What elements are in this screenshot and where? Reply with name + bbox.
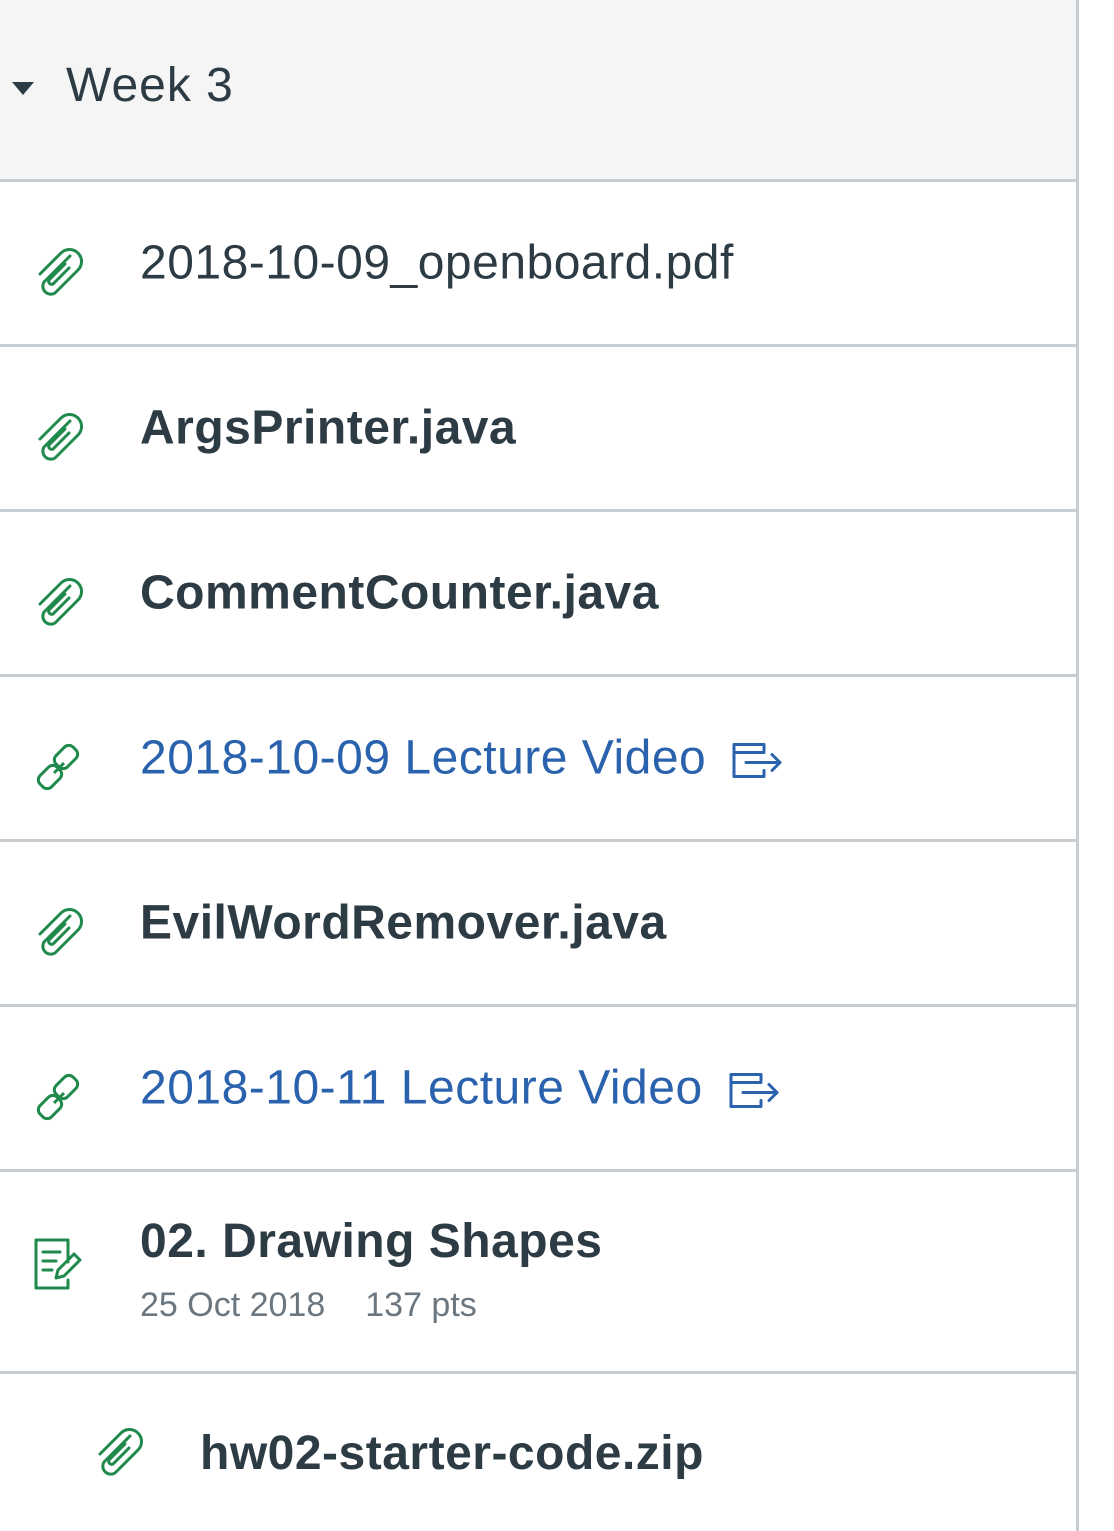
points: 137 pts xyxy=(365,1286,477,1324)
paperclip-icon xyxy=(38,908,83,956)
module-item-commentcounter[interactable]: CommentCounter.java xyxy=(0,512,1076,677)
assignment-icon xyxy=(34,1238,82,1290)
external-link-icon xyxy=(732,743,782,779)
module-week-3: Week 3 2018-10-09_openboard.pdf ArgsPrin… xyxy=(0,0,1079,1531)
assignment-details: 25 Oct 2018 137 pts xyxy=(140,1286,477,1325)
paperclip-icon xyxy=(38,248,83,296)
collapse-caret-icon[interactable] xyxy=(12,82,34,95)
item-title-link[interactable]: 2018-10-11 Lecture Video xyxy=(140,1061,781,1116)
external-link-icon xyxy=(729,1073,779,1109)
paperclip-icon xyxy=(38,413,83,461)
paperclip-icon xyxy=(38,578,83,626)
item-title[interactable]: CommentCounter.java xyxy=(140,566,659,621)
due-date: 25 Oct 2018 xyxy=(140,1286,326,1324)
item-title[interactable]: 02. Drawing Shapes xyxy=(140,1214,603,1269)
item-title[interactable]: hw02-starter-code.zip xyxy=(200,1426,704,1481)
module-item-lecture-video-1009[interactable]: 2018-10-09 Lecture Video xyxy=(0,677,1076,842)
module-title: Week 3 xyxy=(66,59,234,112)
module-item-openboard-pdf[interactable]: 2018-10-09_openboard.pdf xyxy=(0,182,1076,347)
module-item-lecture-video-1011[interactable]: 2018-10-11 Lecture Video xyxy=(0,1007,1076,1172)
paperclip-icon xyxy=(98,1428,143,1476)
item-title-link[interactable]: 2018-10-09 Lecture Video xyxy=(140,731,784,786)
module-item-hw02-starter-code[interactable]: hw02-starter-code.zip xyxy=(0,1374,1076,1530)
item-title[interactable]: 2018-10-09_openboard.pdf xyxy=(140,236,734,291)
link-icon xyxy=(36,743,80,791)
item-title[interactable]: ArgsPrinter.java xyxy=(140,401,516,456)
item-title[interactable]: EvilWordRemover.java xyxy=(140,896,667,951)
module-item-evilwordremover[interactable]: EvilWordRemover.java xyxy=(0,842,1076,1007)
module-item-argsprinter[interactable]: ArgsPrinter.java xyxy=(0,347,1076,512)
module-header[interactable]: Week 3 xyxy=(0,0,1076,182)
module-item-assignment-drawing-shapes[interactable]: 02. Drawing Shapes 25 Oct 2018 137 pts xyxy=(0,1172,1076,1374)
link-icon xyxy=(36,1073,80,1121)
